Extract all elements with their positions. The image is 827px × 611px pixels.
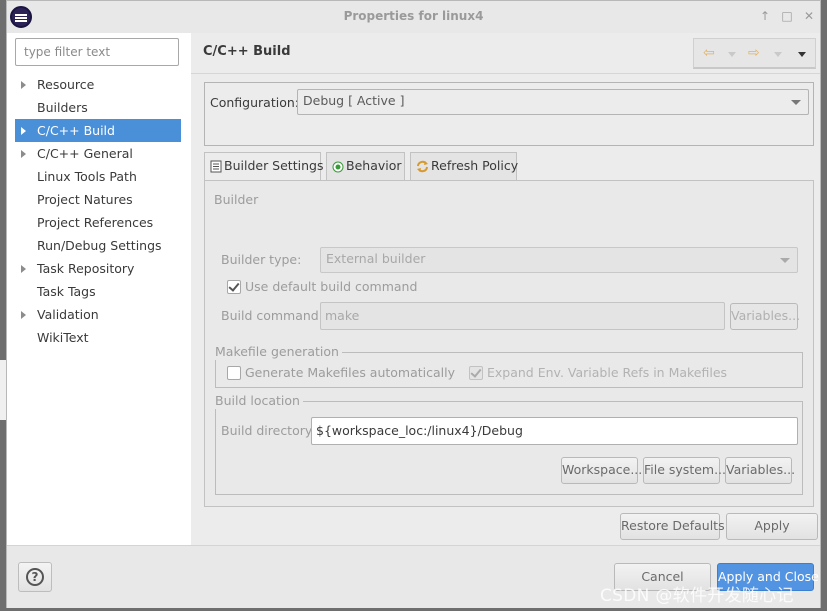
build-command-field[interactable]: make [320,302,725,330]
help-icon: ? [26,568,44,586]
tree-item-label: Run/Debug Settings [37,238,162,253]
generate-makefiles-checkbox[interactable] [227,366,241,380]
builder-icon [210,160,222,173]
page-title: C/C++ Build [203,44,291,59]
builder-type-select[interactable]: External builder [320,247,798,273]
filter-input[interactable] [15,38,179,66]
tree-item-label: Builders [37,100,88,115]
tree-item-label: Project Natures [37,192,133,207]
tree-item-wikitext[interactable]: WikiText [15,326,181,349]
tree-item-task-tags[interactable]: Task Tags [15,280,181,303]
builder-group-label: Builder [214,192,262,208]
navigation-pane: Resource Builders C/C++ Build C/C++ Gene… [7,33,191,545]
expand-arrow-icon[interactable] [21,311,26,319]
build-directory-label: Build directory: [221,423,316,438]
builder-type-label: Builder type: [221,252,302,267]
expand-arrow-icon[interactable] [21,265,26,273]
forward-arrow-icon[interactable]: ⇨ [748,45,760,61]
tree-item-builders[interactable]: Builders [15,96,181,119]
use-default-command-label: Use default build command [245,279,418,294]
tree-item-label: Task Tags [37,284,96,299]
build-command-value: make [325,308,360,323]
builder-variables-button[interactable]: Variables... [730,303,800,330]
view-menu-icon[interactable] [798,52,806,57]
tree-item-label: Task Repository [37,261,135,276]
tree-item-project-references[interactable]: Project References [15,211,181,234]
tree-item-label: Linux Tools Path [37,169,137,184]
title-bar[interactable]: Properties for linux4 ↑ □ ✕ [7,1,820,34]
tree-item-validation[interactable]: Validation [15,303,181,326]
configuration-label: Configuration: [210,95,299,110]
tree-item-label: C/C++ General [37,146,133,161]
expand-arrow-icon[interactable] [21,150,26,158]
configuration-value: Debug [ Active ] [303,93,405,108]
location-variables-button[interactable]: Variables... [725,457,795,484]
tree-item-run-debug-settings[interactable]: Run/Debug Settings [15,234,181,257]
tab-label: Refresh Policy [431,158,519,173]
build-location-group-label: Build location [215,393,303,409]
expand-env-refs-checkbox[interactable] [469,366,483,380]
property-page: C/C++ Build ⇦ ⇨ Configuration: Debug [ A… [191,33,820,545]
back-menu-chevron-icon[interactable] [728,52,736,57]
restore-defaults-button[interactable]: Restore Defaults [620,513,725,540]
tree-item-linux-tools-path[interactable]: Linux Tools Path [15,165,181,188]
builder-type-value: External builder [326,251,426,266]
build-directory-field[interactable]: ${workspace_loc:/linux4}/Debug [311,417,798,445]
makefile-group-label: Makefile generation [215,344,342,360]
behavior-icon [332,161,344,172]
file-system-button[interactable]: File system... [643,457,726,484]
tree-item-label: Resource [37,77,95,92]
tree-item-resource[interactable]: Resource [15,73,181,96]
back-arrow-icon[interactable]: ⇦ [703,45,715,61]
tree-item-task-repository[interactable]: Task Repository [15,257,181,280]
forward-menu-chevron-icon[interactable] [774,52,782,57]
tree-item-label: WikiText [37,330,89,345]
csdn-watermark: CSDN @软件开发随心记 [600,586,794,606]
header-divider [191,73,820,74]
tree-item-project-natures[interactable]: Project Natures [15,188,181,211]
tab-behavior[interactable]: Behavior [326,152,405,180]
use-default-command-checkbox[interactable] [227,280,241,294]
window-title: Properties for linux4 [343,9,484,23]
workspace-button[interactable]: Workspace... [561,457,642,484]
build-directory-value: ${workspace_loc:/linux4}/Debug [316,423,523,438]
help-button[interactable]: ? [18,562,52,592]
expand-arrow-icon[interactable] [21,127,26,135]
tree-item-cpp-general[interactable]: C/C++ General [15,142,181,165]
builder-settings-panel: Builder Builder type: External builder U… [204,180,814,507]
generate-makefiles-label: Generate Makefiles automatically [245,365,456,380]
history-toolbar: ⇦ ⇨ [693,38,816,69]
chevron-down-icon [780,258,790,263]
apply-button[interactable]: Apply [726,513,818,540]
tree-item-label: C/C++ Build [37,123,115,138]
tab-refresh-policy[interactable]: Refresh Policy [410,152,519,180]
build-command-label: Build command: [221,308,323,323]
chevron-down-icon [791,100,801,105]
expand-env-refs-label: Expand Env. Variable Refs in Makefiles [487,365,728,380]
restore-up-icon[interactable]: ↑ [758,8,772,24]
configuration-select[interactable]: Debug [ Active ] [297,89,809,115]
tree-item-label: Project References [37,215,154,230]
property-tree: Resource Builders C/C++ Build C/C++ Gene… [15,73,181,349]
tree-item-cpp-build[interactable]: C/C++ Build [15,119,181,142]
refresh-icon [417,160,428,173]
tree-item-label: Validation [37,307,99,322]
expand-arrow-icon[interactable] [21,81,26,89]
tab-label: Builder Settings [224,158,324,173]
configuration-box: Configuration: Debug [ Active ] [204,82,814,146]
maximize-button[interactable]: □ [780,8,794,24]
close-button[interactable]: ✕ [802,8,816,24]
properties-dialog: Properties for linux4 ↑ □ ✕ Resource Bui… [6,0,821,608]
tab-builder-settings[interactable]: Builder Settings [204,152,324,181]
tab-label: Behavior [346,158,402,173]
